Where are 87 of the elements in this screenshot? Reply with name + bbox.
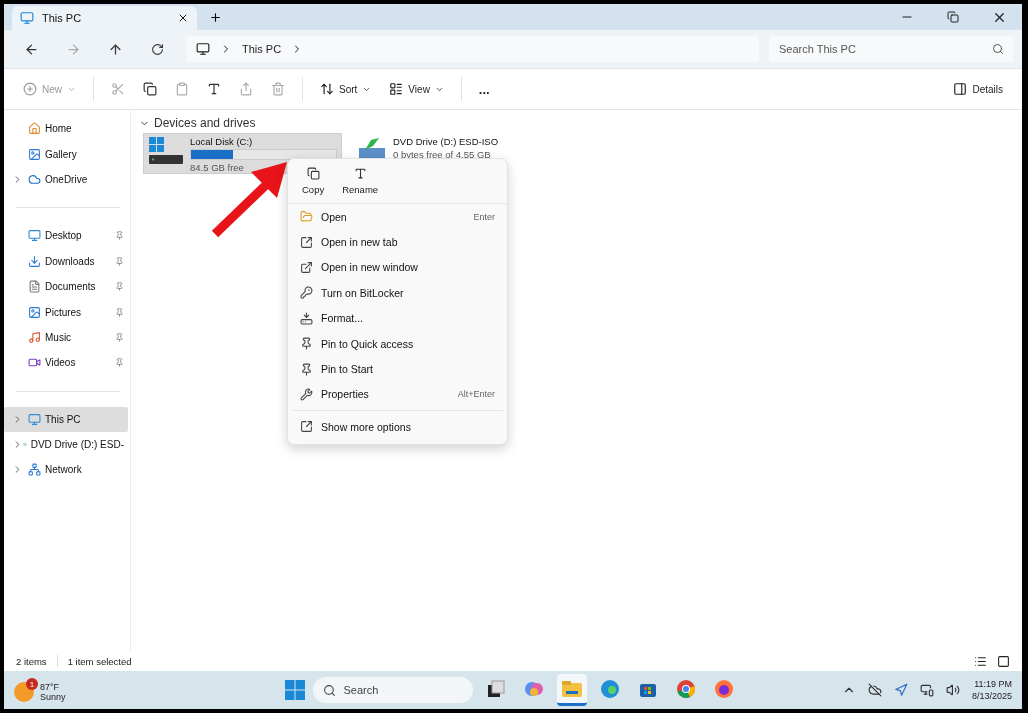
desktop-icon: [28, 229, 41, 243]
new-window-icon: [300, 260, 313, 274]
menu-item[interactable]: Pin to Start: [288, 356, 507, 382]
details-pane-icon: [953, 82, 968, 96]
clock[interactable]: 11:19 PM 8/13/2025: [971, 679, 1012, 701]
cloud-icon: [28, 172, 41, 186]
sidebar-item[interactable]: Music: [4, 324, 128, 351]
gallery-icon: [28, 147, 41, 161]
sidebar-item[interactable]: This PC: [4, 406, 128, 432]
more-button[interactable]: ...: [471, 75, 497, 103]
key-icon: [300, 286, 313, 300]
cloud-off-icon[interactable]: [867, 683, 882, 697]
search-icon: [992, 43, 1004, 55]
status-text: 2 items: [16, 655, 47, 667]
menu-item[interactable]: Properties Alt+Enter: [288, 381, 507, 408]
menu-item[interactable]: Pin to Quick access: [288, 330, 507, 357]
pin-icon: [115, 282, 124, 292]
music-icon: [28, 330, 41, 344]
menu-item[interactable]: Format...: [288, 305, 507, 331]
sidebar-item[interactable]: DVD Drive (D:) ESD-: [4, 431, 128, 458]
document-icon: [28, 280, 41, 294]
tab[interactable]: This PC: [12, 6, 197, 30]
sidebar-item[interactable]: OneDrive: [4, 166, 128, 193]
sidebar-item[interactable]: Home: [4, 116, 128, 142]
restore-icon: [947, 11, 959, 23]
drive-name: DVD Drive (D:) ESD-ISO: [393, 136, 500, 147]
menu-item[interactable]: Turn on BitLocker: [288, 280, 507, 306]
pin-icon: [115, 332, 124, 342]
tiles-view-icon[interactable]: [997, 654, 1010, 668]
sidebar-item[interactable]: Desktop: [4, 223, 128, 249]
close-tab-icon[interactable]: [177, 12, 189, 24]
pin-icon: [300, 362, 313, 376]
computer-icon: [28, 412, 41, 426]
folder-icon: [300, 210, 313, 224]
pin-icon: [115, 307, 124, 317]
search-icon: [322, 683, 336, 697]
sidebar-item[interactable]: Downloads: [4, 248, 128, 274]
plus-icon: [23, 82, 37, 96]
rename-icon: [353, 167, 367, 180]
drive-icon: [300, 311, 313, 325]
weather-widget[interactable]: 1 87°F Sunny: [14, 678, 70, 702]
status-text: 1 item selected: [67, 655, 132, 667]
picture-icon: [28, 305, 41, 319]
home-icon: [28, 122, 41, 136]
wrench-icon: [300, 387, 313, 401]
taskbar-search[interactable]: Search: [312, 677, 473, 703]
sidebar-item[interactable]: Pictures: [4, 299, 128, 325]
sort-button[interactable]: Sort: [313, 75, 379, 103]
sort-icon: [320, 82, 334, 96]
download-icon: [28, 254, 41, 268]
notification-badge: 1: [26, 678, 38, 690]
details-button[interactable]: Details: [946, 75, 1010, 103]
menu-item[interactable]: Open Enter: [288, 204, 507, 230]
network-icon: [28, 463, 41, 477]
section-header[interactable]: Devices and drives: [139, 116, 1014, 130]
menu-item[interactable]: Show more options: [288, 414, 507, 440]
more-options-icon: [300, 420, 313, 434]
free-space-text: 84.5 GB free: [190, 162, 245, 173]
address-bar[interactable]: This PC: [186, 36, 759, 62]
sidebar-item[interactable]: Videos: [4, 350, 128, 376]
folder-icon[interactable]: [556, 674, 587, 706]
pin-icon: [300, 337, 313, 351]
hard-disk-icon: [148, 136, 184, 166]
new-tab-icon[interactable]: [209, 11, 222, 24]
pin-icon: [115, 256, 124, 266]
sidebar-item[interactable]: Gallery: [4, 141, 128, 167]
list-view-icon[interactable]: [974, 654, 987, 668]
pin-icon: [115, 358, 124, 368]
start-icon[interactable]: [284, 680, 305, 700]
location-icon[interactable]: [893, 683, 908, 697]
volume-icon[interactable]: [945, 683, 960, 697]
copy-icon: [306, 167, 320, 180]
new-tab-icon: [300, 235, 313, 249]
breadcrumb[interactable]: This PC: [242, 43, 282, 55]
monitor-icon: [20, 11, 34, 25]
search-field[interactable]: Search This PC: [769, 36, 1014, 62]
drive-name: Local Disk (C:): [190, 136, 254, 147]
network-icon[interactable]: [919, 683, 934, 697]
computer-icon: [196, 42, 210, 56]
view-icon: [389, 82, 404, 96]
sidebar-item[interactable]: Network: [4, 457, 128, 483]
free-space-text: 0 bytes free of 4.55 GB: [393, 149, 492, 160]
menu-item[interactable]: Open in new window: [288, 254, 507, 281]
pin-icon: [115, 231, 124, 241]
view-button[interactable]: View: [382, 75, 451, 103]
sidebar-item[interactable]: Documents: [4, 273, 128, 300]
menu-item[interactable]: Open in new tab: [288, 229, 507, 255]
